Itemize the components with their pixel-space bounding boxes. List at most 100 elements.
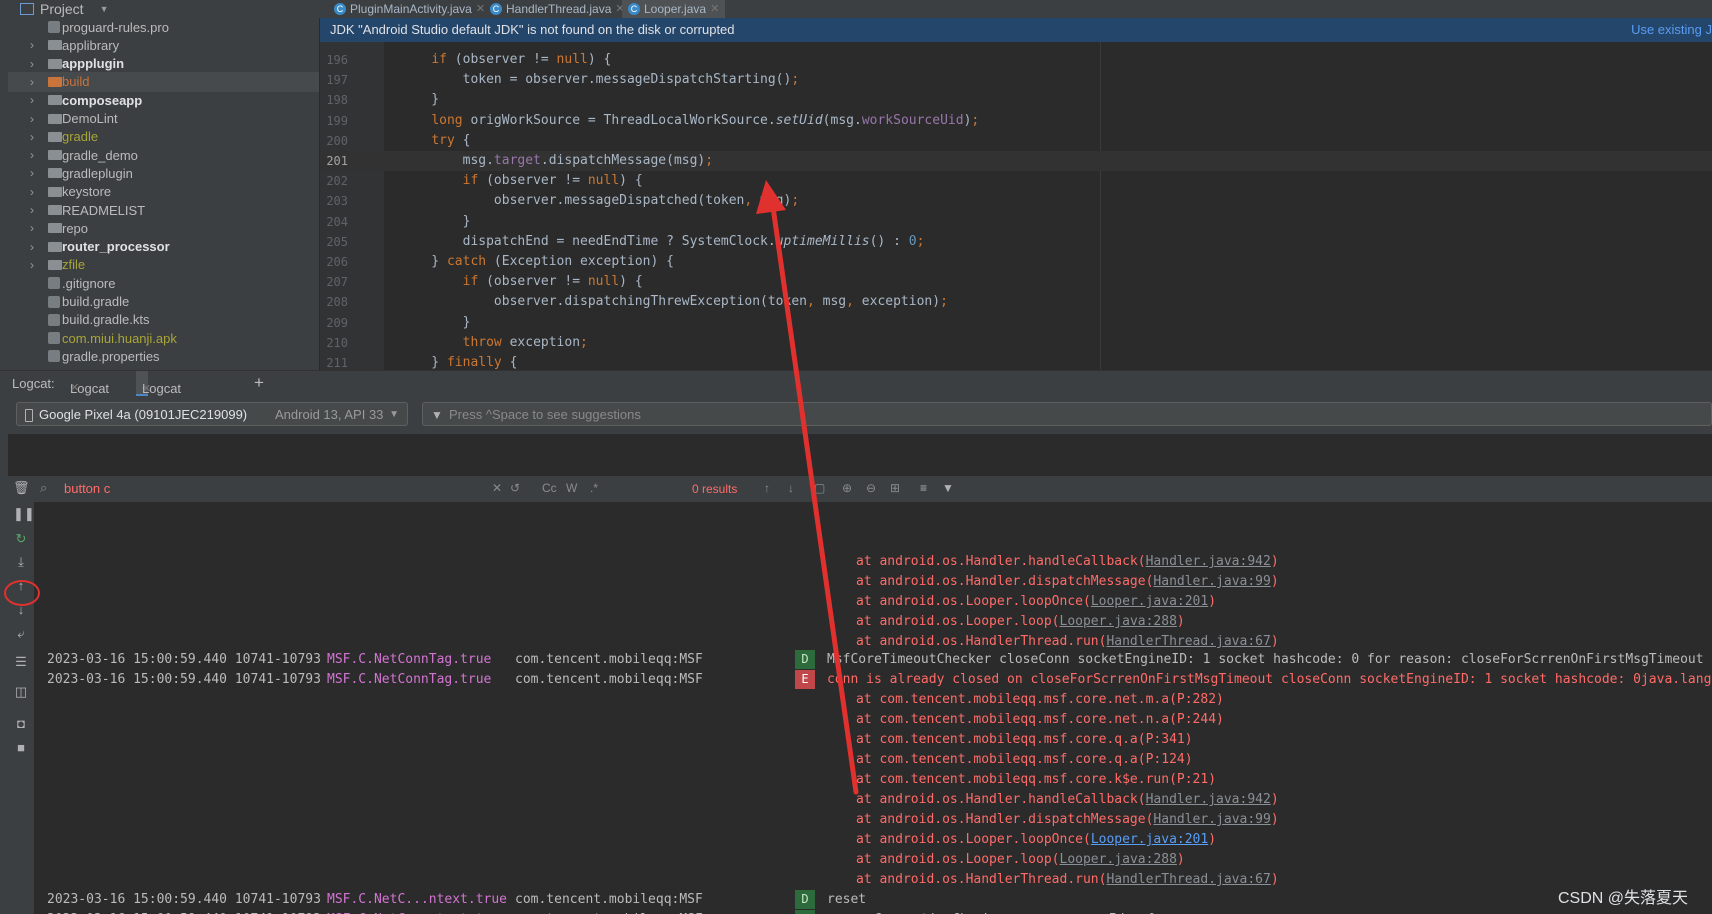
tree-item[interactable]: › appplugin bbox=[8, 54, 319, 74]
chevron-right-icon[interactable]: › bbox=[30, 93, 34, 107]
source-link[interactable]: HandlerThread.java:67 bbox=[1106, 634, 1270, 649]
device-name: Google Pixel 4a (09101JEC219099) bbox=[39, 407, 248, 422]
chevron-right-icon[interactable]: › bbox=[30, 75, 34, 89]
source-link[interactable]: Handler.java:942 bbox=[1146, 554, 1271, 569]
tree-item[interactable]: › repo bbox=[8, 218, 319, 238]
scroll-to-end-icon[interactable]: ⤓ bbox=[13, 554, 29, 570]
split-panels-icon[interactable]: ◫ bbox=[13, 684, 29, 700]
tree-item[interactable]: › applibrary bbox=[8, 35, 319, 55]
source-link[interactable]: Handler.java:942 bbox=[1146, 792, 1271, 807]
format-icon[interactable]: ≡ bbox=[920, 481, 927, 495]
chevron-right-icon[interactable]: › bbox=[30, 112, 34, 126]
source-link[interactable]: HandlerThread.java:67 bbox=[1106, 872, 1270, 887]
tree-item[interactable]: .gitignore bbox=[8, 273, 319, 293]
line-number: 207 bbox=[326, 275, 348, 290]
stacktrace-end: ) bbox=[1270, 574, 1279, 589]
stacktrace-frame: at com.tencent.mobileqq.msf.core.net.m.a… bbox=[856, 692, 1224, 707]
screen-record-icon[interactable]: ■ bbox=[13, 740, 29, 756]
tree-item[interactable]: › build bbox=[8, 71, 319, 92]
source-link[interactable]: Looper.java:201 bbox=[1091, 594, 1208, 609]
source-link[interactable]: Looper.java:201 bbox=[1091, 832, 1208, 847]
tree-item-label: build.gradle bbox=[62, 294, 130, 309]
previous-occurrence-icon[interactable]: ↑ bbox=[764, 481, 770, 495]
tree-item[interactable]: build.gradle bbox=[8, 292, 319, 312]
code-text: } finally { bbox=[400, 355, 518, 370]
restart-icon[interactable]: ↻ bbox=[13, 531, 29, 547]
filter-funnel-icon[interactable]: ▼ bbox=[942, 481, 954, 495]
tree-item[interactable]: gradle.properties bbox=[8, 346, 319, 366]
next-occurrence-icon[interactable]: ↓ bbox=[788, 481, 794, 495]
stacktrace-frame: at android.os.HandlerThread.run( bbox=[856, 634, 1107, 649]
logcat-filter-input[interactable]: ▼ Press ^Space to see suggestions bbox=[422, 402, 1712, 426]
match-case-toggle[interactable]: Cc bbox=[542, 481, 557, 495]
select-all-occurrences-icon[interactable]: ▢ bbox=[814, 481, 825, 495]
tree-item[interactable]: build.gradle.kts bbox=[8, 310, 319, 330]
code-line: 204 } bbox=[320, 212, 1712, 232]
add-tab-button[interactable]: + bbox=[254, 373, 264, 393]
chevron-right-icon[interactable]: › bbox=[30, 57, 34, 71]
tree-item[interactable]: › gradle bbox=[8, 127, 319, 147]
chevron-right-icon[interactable]: › bbox=[30, 130, 34, 144]
chevron-right-icon[interactable]: › bbox=[30, 38, 34, 52]
remove-occurrence-icon[interactable]: ⊖ bbox=[866, 481, 876, 495]
tree-item[interactable]: › gradleplugin bbox=[8, 163, 319, 183]
stacktrace-frame: at com.tencent.mobileqq.msf.core.q.a(P:3… bbox=[856, 732, 1193, 747]
tree-item-label: applibrary bbox=[62, 37, 120, 53]
logcat-tab-bar: Logcat: Logcat ✕ Logcat (2) ✕ + bbox=[0, 370, 1712, 422]
project-selector[interactable]: Project ▼ bbox=[20, 0, 109, 18]
tree-item[interactable]: › router_processor bbox=[8, 237, 319, 257]
source-link[interactable]: Looper.java:288 bbox=[1060, 614, 1177, 629]
trash-icon[interactable]: 🗑 bbox=[13, 480, 30, 496]
stacktrace-row: at android.os.Looper.loop(Looper.java:28… bbox=[34, 612, 1712, 632]
tree-item[interactable]: › gradle_demo bbox=[8, 145, 319, 165]
clear-search-icon[interactable]: ✕ bbox=[492, 481, 502, 495]
log-package: com.tencent.mobileqq:MSF bbox=[515, 652, 703, 667]
source-link[interactable]: Handler.java:99 bbox=[1153, 574, 1270, 589]
logcat-output[interactable]: at android.os.Handler.handleCallback(Han… bbox=[34, 502, 1712, 914]
file-icon bbox=[48, 350, 60, 363]
chevron-right-icon[interactable]: › bbox=[30, 166, 34, 180]
pause-icon[interactable]: ❚❚ bbox=[13, 506, 35, 522]
search-history-icon[interactable]: ↺ bbox=[510, 481, 520, 495]
code-text: token = observer.messageDispatchStarting… bbox=[400, 72, 800, 88]
tree-item[interactable]: proguard-rules.pro bbox=[8, 18, 319, 37]
search-input[interactable]: button c bbox=[64, 481, 110, 496]
tree-item[interactable]: › zfile bbox=[8, 255, 319, 275]
tree-item-label: DemoLint bbox=[62, 111, 118, 126]
source-link[interactable]: Looper.java:288 bbox=[1060, 852, 1177, 867]
logcat-search-bar: ⌕ button c ✕ ↺ Cc W .* 0 results ↑ ↓ ▢ ⊕… bbox=[34, 476, 1712, 502]
select-all-icon[interactable]: ⊞ bbox=[890, 481, 900, 495]
tree-item-label: build.gradle.kts bbox=[62, 312, 150, 328]
chevron-right-icon[interactable]: › bbox=[30, 221, 34, 235]
regex-toggle[interactable]: .* bbox=[590, 481, 598, 495]
chevron-right-icon[interactable]: › bbox=[30, 240, 34, 254]
stacktrace-text: at android.os.Looper.loopOnce(Looper.jav… bbox=[856, 592, 1216, 612]
folder-icon bbox=[48, 150, 62, 161]
tree-item[interactable]: › READMELIST bbox=[8, 200, 319, 220]
device-selector[interactable]: Google Pixel 4a (09101JEC219099) Android… bbox=[16, 402, 408, 426]
tab-logcat-2[interactable]: Logcat (2) ✕ bbox=[136, 371, 181, 422]
tree-item-label: composeapp bbox=[62, 92, 143, 108]
tab-label: Looper.java bbox=[644, 2, 707, 16]
soft-wrap-icon[interactable]: ⤶ bbox=[13, 626, 29, 642]
use-existing-jdk-link[interactable]: Use existing J bbox=[1631, 18, 1712, 42]
chevron-right-icon[interactable]: › bbox=[30, 203, 34, 217]
code-editor[interactable]: 196 if (observer != null) {197 token = o… bbox=[320, 42, 1712, 370]
tab-file[interactable]: C HandlerThread.java ✕ bbox=[484, 0, 631, 18]
log-row: 2023-03-16 15:00:59.440 10741-10793 MSF.C… bbox=[34, 910, 1712, 914]
tree-item[interactable]: › keystore bbox=[8, 182, 319, 202]
screenshot-camera-icon[interactable]: ◘ bbox=[13, 716, 29, 732]
chevron-right-icon[interactable]: › bbox=[30, 185, 34, 199]
chevron-right-icon[interactable]: › bbox=[30, 258, 34, 272]
tree-item[interactable]: › DemoLint bbox=[8, 109, 319, 129]
close-icon[interactable]: ✕ bbox=[70, 381, 79, 394]
chevron-right-icon[interactable]: › bbox=[30, 148, 34, 162]
add-occurrence-icon[interactable]: ⊕ bbox=[842, 481, 852, 495]
source-link[interactable]: Handler.java:99 bbox=[1153, 812, 1270, 827]
settings-icon[interactable]: ☰ bbox=[13, 654, 29, 670]
tree-item[interactable]: com.miui.huanji.apk bbox=[8, 328, 319, 348]
whole-words-toggle[interactable]: W bbox=[566, 481, 577, 495]
close-icon[interactable]: ✕ bbox=[710, 2, 719, 16]
tree-item[interactable]: › composeapp bbox=[8, 90, 319, 110]
tab-file[interactable]: C PluginMainActivity.java ✕ bbox=[328, 0, 491, 18]
